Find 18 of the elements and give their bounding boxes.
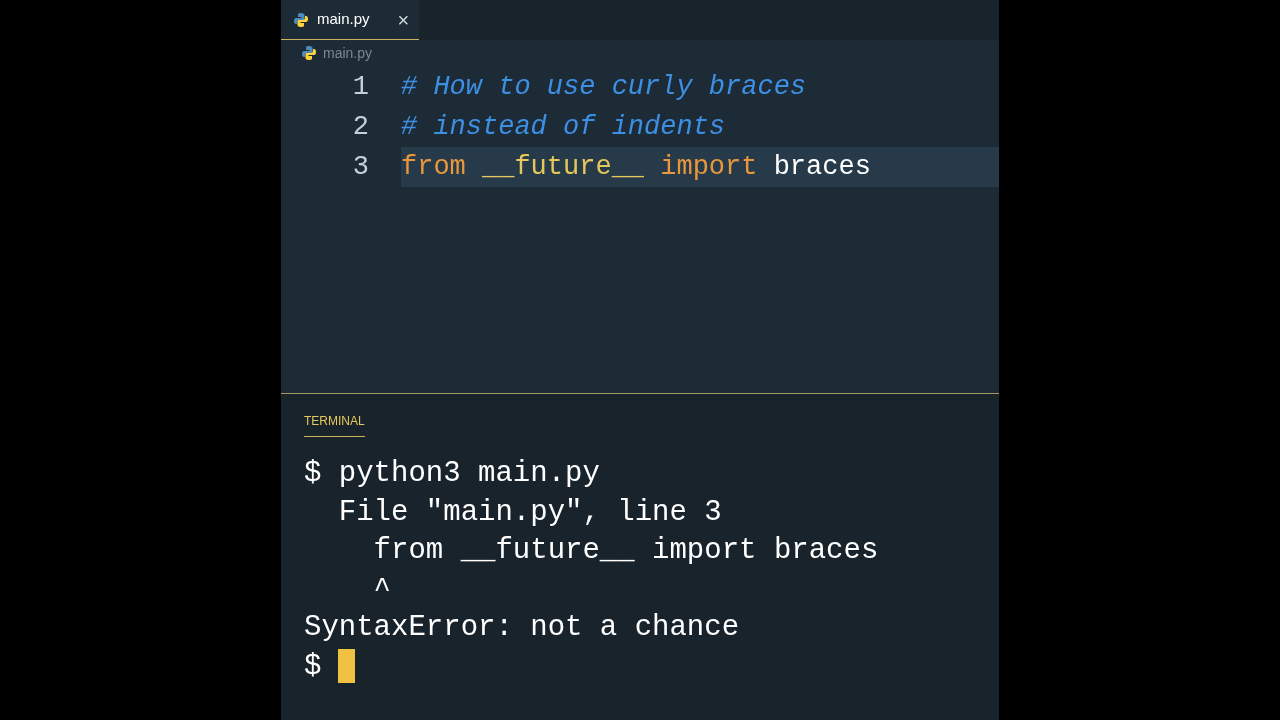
code-line: # How to use curly braces (401, 70, 808, 104)
terminal-line: ^ (372, 571, 392, 608)
terminal-tab[interactable]: TERMINAL (304, 412, 365, 437)
terminal-line: from __future__ import braces (372, 533, 880, 569)
terminal-line: File "main.py", line 3 (337, 494, 723, 531)
terminal-line: SyntaxError: not a chance (304, 610, 741, 646)
close-button[interactable]: × (397, 9, 410, 30)
terminal-prompt: $ (304, 649, 322, 683)
file-tab[interactable]: main.py × (281, 0, 420, 40)
line-number: 2 (351, 110, 370, 144)
code-line: # instead of indents (401, 110, 727, 144)
cursor-icon (338, 648, 356, 683)
python-logo-icon (293, 11, 309, 28)
breadcrumb[interactable]: main.py (323, 42, 373, 64)
line-number: 1 (351, 70, 370, 104)
terminal-line: $ python3 main.py (304, 456, 601, 492)
python-logo-icon (301, 45, 317, 61)
line-number: 3 (351, 150, 370, 184)
